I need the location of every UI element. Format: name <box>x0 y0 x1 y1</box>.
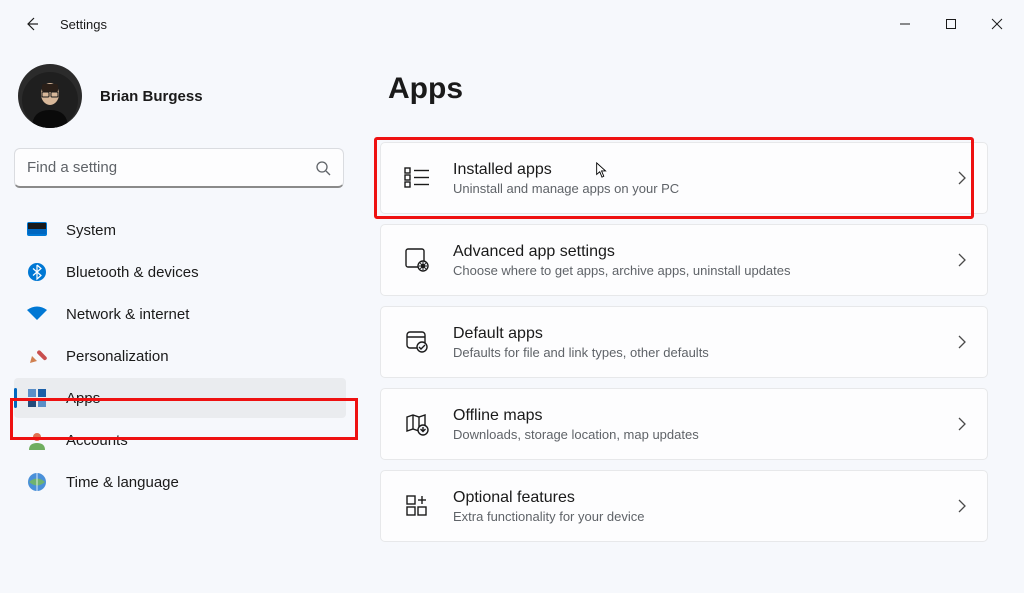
apps-icon <box>26 387 48 409</box>
chevron-right-icon <box>957 253 967 267</box>
search-input[interactable] <box>27 159 315 176</box>
card-title: Optional features <box>453 489 945 507</box>
card-subtitle: Uninstall and manage apps on your PC <box>453 181 945 196</box>
back-button[interactable] <box>12 4 52 44</box>
card-advanced-app-settings[interactable]: Advanced app settings Choose where to ge… <box>380 224 988 296</box>
optional-features-icon <box>401 490 433 522</box>
card-installed-apps[interactable]: Installed apps Uninstall and manage apps… <box>380 142 988 214</box>
wifi-icon <box>26 303 48 325</box>
chevron-right-icon <box>957 335 967 349</box>
sidebar-item-label: Apps <box>66 390 100 407</box>
bluetooth-icon <box>26 261 48 283</box>
search-icon <box>315 160 331 176</box>
maximize-button[interactable] <box>928 8 974 40</box>
chevron-right-icon <box>957 499 967 513</box>
avatar <box>18 64 82 128</box>
sidebar-item-network[interactable]: Network & internet <box>14 294 346 334</box>
titlebar: Settings <box>0 0 1024 48</box>
sidebar-item-label: Time & language <box>66 474 179 491</box>
card-title: Default apps <box>453 325 945 343</box>
default-apps-icon <box>401 326 433 358</box>
system-icon <box>26 219 48 241</box>
card-title: Offline maps <box>453 407 945 425</box>
profile-row[interactable]: Brian Burgess <box>14 56 346 148</box>
chevron-right-icon <box>957 417 967 431</box>
sidebar: Brian Burgess System Bluetooth & devices… <box>0 48 360 593</box>
card-default-apps[interactable]: Default apps Defaults for file and link … <box>380 306 988 378</box>
main-content: Apps Installed apps Uninstall and manage… <box>360 48 1024 593</box>
accounts-icon <box>26 429 48 451</box>
cards-list: Installed apps Uninstall and manage apps… <box>380 142 988 542</box>
sidebar-item-personalization[interactable]: Personalization <box>14 336 346 376</box>
search-box[interactable] <box>14 148 344 188</box>
card-optional-features[interactable]: Optional features Extra functionality fo… <box>380 470 988 542</box>
sidebar-item-label: System <box>66 222 116 239</box>
card-subtitle: Extra functionality for your device <box>453 509 945 524</box>
profile-name: Brian Burgess <box>100 88 203 105</box>
minimize-button[interactable] <box>882 8 928 40</box>
installed-apps-icon <box>401 162 433 194</box>
card-subtitle: Downloads, storage location, map updates <box>453 427 945 442</box>
sidebar-item-label: Accounts <box>66 432 128 449</box>
sidebar-item-label: Bluetooth & devices <box>66 264 199 281</box>
close-button[interactable] <box>974 8 1020 40</box>
sidebar-item-label: Personalization <box>66 348 169 365</box>
card-title: Installed apps <box>453 161 945 179</box>
nav: System Bluetooth & devices Network & int… <box>14 210 346 502</box>
window-title: Settings <box>60 17 107 32</box>
advanced-settings-icon <box>401 244 433 276</box>
time-icon <box>26 471 48 493</box>
cursor-icon <box>594 162 610 178</box>
sidebar-item-apps[interactable]: Apps <box>14 378 346 418</box>
sidebar-item-bluetooth[interactable]: Bluetooth & devices <box>14 252 346 292</box>
sidebar-item-accounts[interactable]: Accounts <box>14 420 346 460</box>
sidebar-item-time[interactable]: Time & language <box>14 462 346 502</box>
sidebar-item-system[interactable]: System <box>14 210 346 250</box>
maps-icon <box>401 408 433 440</box>
sidebar-item-label: Network & internet <box>66 306 189 323</box>
page-title: Apps <box>380 72 988 106</box>
card-offline-maps[interactable]: Offline maps Downloads, storage location… <box>380 388 988 460</box>
card-subtitle: Defaults for file and link types, other … <box>453 345 945 360</box>
personalization-icon <box>26 345 48 367</box>
chevron-right-icon <box>957 171 967 185</box>
card-title: Advanced app settings <box>453 243 945 261</box>
card-subtitle: Choose where to get apps, archive apps, … <box>453 263 945 278</box>
